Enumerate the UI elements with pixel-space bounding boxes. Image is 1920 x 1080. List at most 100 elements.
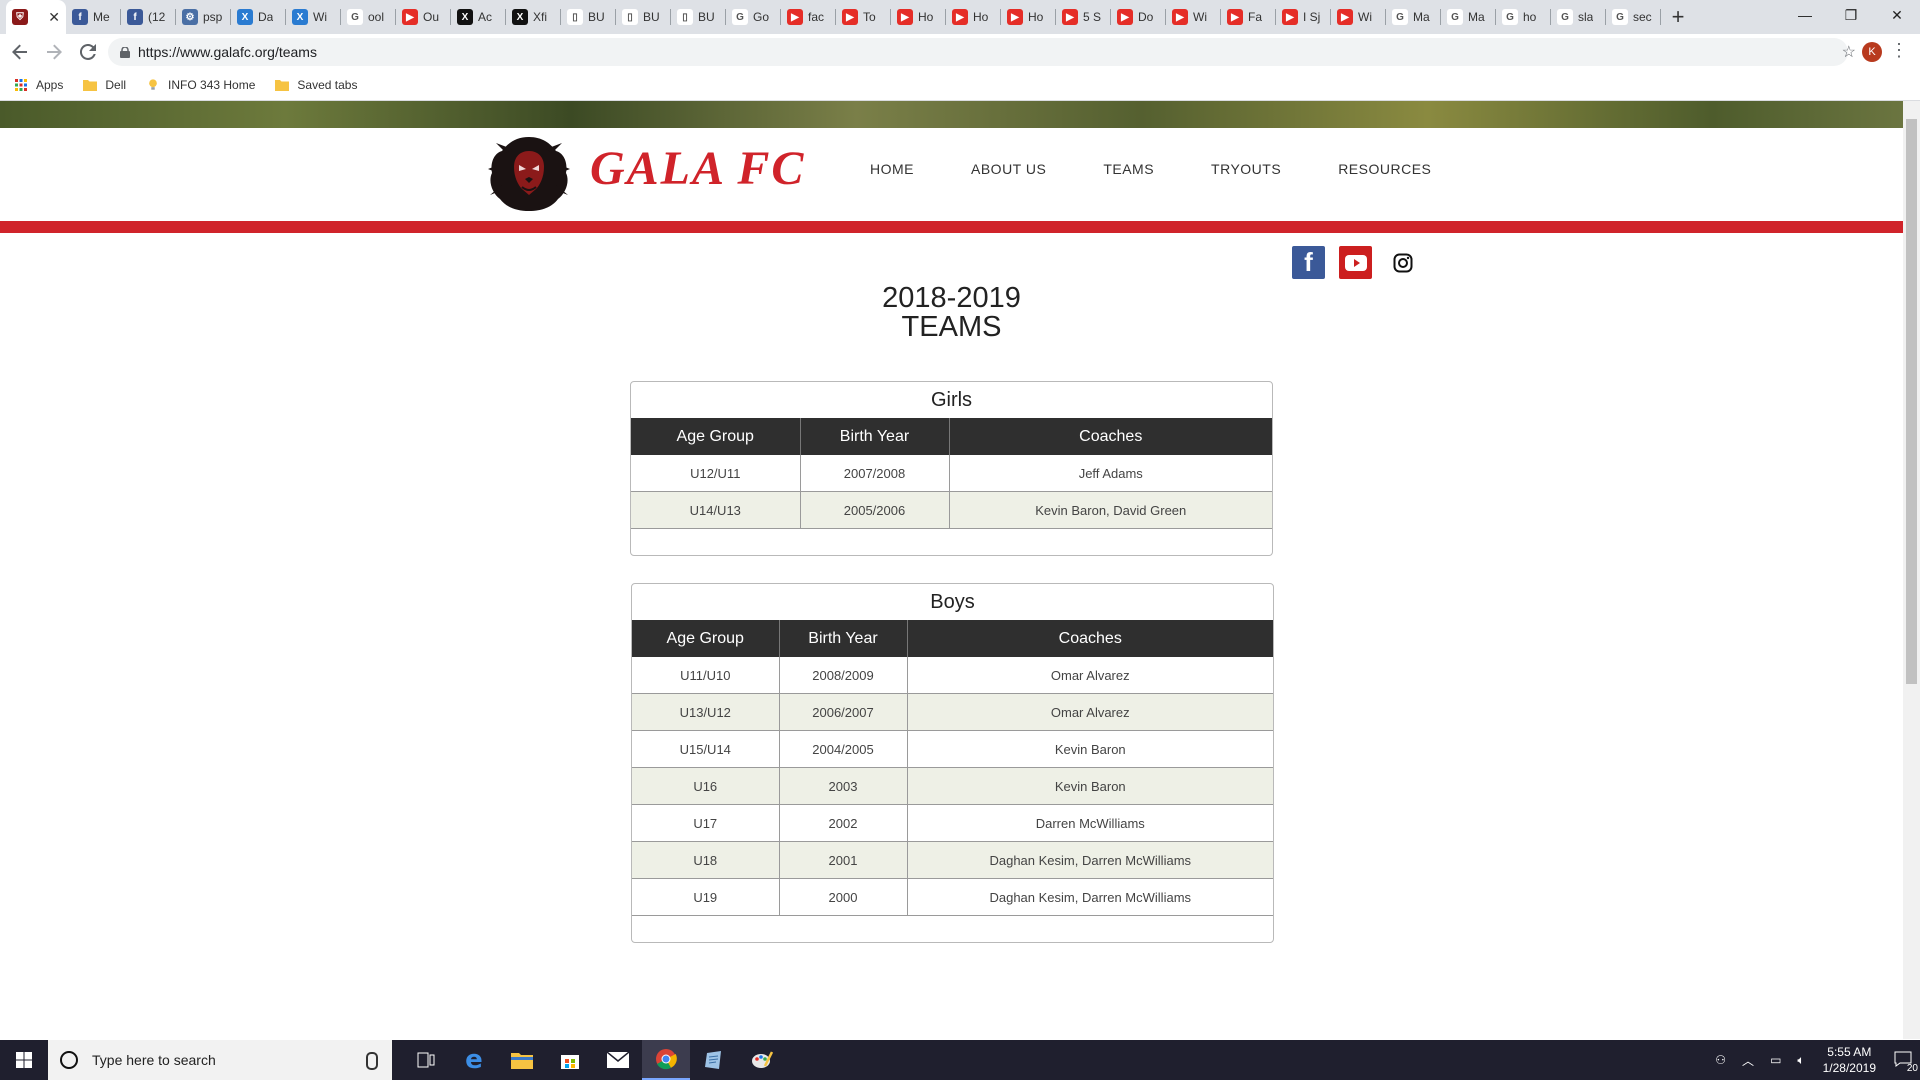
facebook-icon[interactable]: f	[1292, 246, 1325, 279]
tab-title: Ho	[1028, 10, 1044, 24]
browser-tab[interactable]: ▶ To	[836, 0, 891, 34]
tab-favicon-icon: G	[1392, 9, 1408, 25]
profile-avatar[interactable]: K	[1862, 42, 1882, 62]
browser-tab[interactable]: G Ma	[1386, 0, 1441, 34]
bookmark-dell[interactable]: Dell	[83, 78, 126, 92]
page-viewport: GALA FC HOME ABOUT US TEAMS TRYOUTS RESO…	[0, 101, 1903, 1039]
browser-tab[interactable]: f Me	[66, 0, 121, 34]
tab-strip: ⛨ ✕ f Me f (12 ⚙ psp X Da X Wi Gool ▶ Ou X Ac X Xfi ▯ BU ▯ BU ▯…	[0, 0, 1920, 34]
browser-tab[interactable]: ▶ Ho	[1001, 0, 1056, 34]
tab-title: (12	[148, 10, 166, 24]
store-icon[interactable]	[546, 1040, 594, 1080]
task-view-icon[interactable]	[402, 1040, 450, 1080]
nav-resources[interactable]: RESOURCES	[1338, 161, 1431, 177]
nav-home[interactable]: HOME	[870, 161, 914, 177]
browser-tab[interactable]: ▶ Ho	[891, 0, 946, 34]
browser-tab[interactable]: ⛨ ✕	[6, 0, 66, 34]
browser-tab[interactable]: ▶ I Sj	[1276, 0, 1331, 34]
tab-favicon-icon: ▶	[1337, 9, 1353, 25]
cell-coaches: Kevin Baron	[907, 767, 1273, 805]
browser-tab[interactable]: X Wi	[286, 0, 341, 34]
lion-logo-icon[interactable]	[486, 133, 572, 213]
edge-browser-icon[interactable]: e	[450, 1040, 498, 1080]
restore-button[interactable]: ❐	[1828, 0, 1874, 30]
close-window-button[interactable]: ✕	[1874, 0, 1920, 30]
browser-tab[interactable]: X Xfi	[506, 0, 561, 34]
browser-tab[interactable]: ▶ 5 S	[1056, 0, 1111, 34]
bookmark-star-icon[interactable]: ☆	[1842, 42, 1856, 62]
browser-tab[interactable]: X Ac	[451, 0, 506, 34]
browser-tab[interactable]: X Da	[231, 0, 286, 34]
mail-icon[interactable]	[594, 1040, 642, 1080]
scrollbar-thumb[interactable]	[1906, 119, 1917, 684]
tab-favicon-icon: ▯	[622, 9, 638, 25]
people-icon[interactable]: ⚇	[1715, 1053, 1726, 1067]
browser-tab[interactable]: ▶ Ho	[946, 0, 1001, 34]
chevron-up-icon[interactable]: ︿	[1742, 1052, 1754, 1069]
tab-favicon-icon: ▶	[897, 9, 913, 25]
paint-icon[interactable]	[738, 1040, 786, 1080]
nav-teams[interactable]: TEAMS	[1103, 161, 1154, 177]
browser-tab[interactable]: ▶ Wi	[1166, 0, 1221, 34]
tab-title: Wi	[313, 10, 327, 24]
instagram-icon[interactable]	[1386, 246, 1419, 279]
reload-icon	[80, 44, 96, 60]
tab-title: sec	[1633, 10, 1652, 24]
browser-tab[interactable]: ⚙ psp	[176, 0, 231, 34]
tab-close-icon[interactable]: ✕	[48, 9, 60, 26]
browser-tab[interactable]: ▶ Wi	[1331, 0, 1386, 34]
address-bar[interactable]: https://www.galafc.org/teams	[108, 38, 1848, 66]
taskbar-search-placeholder: Type here to search	[92, 1052, 216, 1068]
bookmark-saved-tabs[interactable]: Saved tabs	[275, 78, 357, 92]
nav-tryouts[interactable]: TRYOUTS	[1211, 161, 1281, 177]
browser-tab[interactable]: f (12	[121, 0, 176, 34]
tab-title: Da	[258, 10, 274, 24]
browser-tab[interactable]: ▶ fac	[781, 0, 836, 34]
browser-tab[interactable]: G Ma	[1441, 0, 1496, 34]
chrome-icon[interactable]	[642, 1040, 690, 1080]
boys-table-body: U11/U10 2008/2009 Omar Alvarez U13/U12 2006/…	[632, 657, 1273, 916]
notepad-icon[interactable]	[690, 1040, 738, 1080]
cell-birth-year: 2001	[779, 841, 908, 879]
reload-button[interactable]	[74, 38, 102, 66]
volume-icon[interactable]: 🔈︎	[1797, 1053, 1804, 1068]
browser-tab[interactable]: ▯ BU	[671, 0, 726, 34]
browser-tab[interactable]: ▶ Ou	[396, 0, 451, 34]
minimize-button[interactable]: —	[1782, 0, 1828, 30]
new-tab-button[interactable]: +	[1661, 0, 1695, 34]
cell-coaches: Kevin Baron	[907, 730, 1273, 768]
nav-about-us[interactable]: ABOUT US	[971, 161, 1046, 177]
tab-title: BU	[643, 10, 660, 24]
browser-tab[interactable]: ▶ Do	[1111, 0, 1166, 34]
browser-tab[interactable]: Gool	[341, 0, 396, 34]
browser-tab[interactable]: G Go	[726, 0, 781, 34]
network-icon[interactable]: ▭	[1770, 1053, 1781, 1067]
browser-tab[interactable]: ▶ Fa	[1221, 0, 1276, 34]
table-row: U13/U12 2006/2007 Omar Alvarez	[632, 693, 1273, 731]
column-header-age-group: Age Group	[632, 620, 780, 657]
microphone-icon[interactable]	[366, 1052, 378, 1070]
tab-favicon-icon: X	[457, 9, 473, 25]
back-button[interactable]	[6, 38, 34, 66]
brand-name[interactable]: GALA FC	[590, 141, 805, 196]
start-button[interactable]	[0, 1040, 48, 1080]
clock-time: 5:55 AM	[1827, 1045, 1872, 1059]
bookmark-info343[interactable]: INFO 343 Home	[146, 78, 255, 92]
forward-button[interactable]	[40, 38, 68, 66]
youtube-icon[interactable]	[1339, 246, 1372, 279]
table-row: U15/U14 2004/2005 Kevin Baron	[632, 730, 1273, 768]
file-explorer-icon[interactable]	[498, 1040, 546, 1080]
taskbar-search-box[interactable]: Type here to search	[48, 1040, 392, 1080]
browser-tab[interactable]: ▯ BU	[561, 0, 616, 34]
browser-tab[interactable]: Gsec	[1606, 0, 1661, 34]
windows-logo-icon	[16, 1052, 32, 1068]
tab-title: I Sj	[1303, 10, 1321, 24]
page-scrollbar[interactable]	[1903, 101, 1920, 1039]
browser-tab[interactable]: Gsla	[1551, 0, 1606, 34]
taskbar-clock[interactable]: 5:55 AM 1/28/2019	[1823, 1044, 1876, 1076]
notification-center-icon[interactable]: 20	[1894, 1051, 1918, 1074]
browser-tab[interactable]: Gho	[1496, 0, 1551, 34]
bookmark-apps[interactable]: Apps	[14, 78, 63, 92]
browser-tab[interactable]: ▯ BU	[616, 0, 671, 34]
browser-menu-icon[interactable]: ⋮	[1890, 40, 1908, 61]
